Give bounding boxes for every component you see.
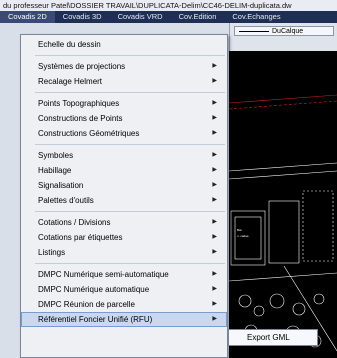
submenu-arrow-icon: ▶ — [212, 130, 217, 136]
submenu-arrow-icon: ▶ — [212, 197, 217, 203]
submenu-arrow-icon: ▶ — [212, 152, 217, 158]
menu-item-habillage[interactable]: Habillage ▶ — [21, 163, 227, 178]
submenu-arrow-icon: ▶ — [212, 249, 217, 255]
menu-item-symboles[interactable]: Symboles ▶ — [21, 148, 227, 163]
menu-separator — [35, 144, 225, 145]
menu-separator — [35, 92, 225, 93]
window-title: du professeur Patel\DOSSIER TRAVAIL\DUPL… — [0, 0, 337, 11]
menu-item-export-gml[interactable]: Export GML — [229, 330, 317, 345]
submenu-arrow-icon: ▶ — [212, 167, 217, 173]
menu-cov-edition[interactable]: Cov.Edition — [171, 11, 225, 23]
submenu-arrow-icon: ▶ — [212, 100, 217, 106]
layer-name: DuCalque — [272, 27, 304, 35]
submenu-arrow-icon: ▶ — [212, 78, 217, 84]
submenu-arrow-icon: ▶ — [212, 115, 217, 121]
menu-covadis-3d[interactable]: Covadis 3D — [55, 11, 110, 23]
submenu-arrow-icon: ▶ — [212, 234, 217, 240]
drawing-canvas[interactable]: Bat. n. cadas. — [229, 51, 337, 358]
menu-item-label: DMPC Numérique automatique — [38, 285, 150, 294]
menu-item-label: Palettes d'outils — [38, 196, 94, 205]
menu-item-points-topo[interactable]: Points Topographiques ▶ — [21, 96, 227, 111]
menu-item-label: Constructions Géométriques — [38, 129, 140, 138]
menu-item-label: Symboles — [38, 151, 74, 160]
menu-item-label: DMPC Numérique semi-automatique — [38, 270, 169, 279]
menu-item-label: Référentiel Foncier Unifié (RFU) — [38, 315, 153, 324]
drawing-annotation: Bat. — [237, 228, 243, 232]
submenu-arrow-icon: ▶ — [212, 286, 217, 292]
menu-item-label: Cotations par étiquettes — [38, 233, 123, 242]
submenu-arrow-icon: ▶ — [212, 301, 217, 307]
menu-separator — [35, 211, 225, 212]
menu-item-constructions-geo[interactable]: Constructions Géométriques ▶ — [21, 126, 227, 141]
menu-item-signalisation[interactable]: Signalisation ▶ — [21, 178, 227, 193]
menu-item-listings[interactable]: Listings ▶ — [21, 245, 227, 260]
submenu-arrow-icon: ▶ — [212, 271, 217, 277]
menu-item-label: Listings — [38, 248, 66, 257]
menu-separator — [35, 263, 225, 264]
cad-area: DuCalque Bat. n. cadas. — [229, 23, 337, 358]
menu-item-label: Habillage — [38, 166, 72, 175]
menu-item-label: Constructions de Points — [38, 114, 123, 123]
menu-item-dmpc-semi[interactable]: DMPC Numérique semi-automatique ▶ — [21, 267, 227, 282]
menu-item-cotations-etiquettes[interactable]: Cotations par étiquettes ▶ — [21, 230, 227, 245]
menu-item-dmpc-reunion[interactable]: DMPC Réunion de parcelle ▶ — [21, 297, 227, 312]
menu-item-systemes[interactable]: Systèmes de projections ▶ — [21, 59, 227, 74]
menu-separator — [35, 55, 225, 56]
menu-item-label: Export GML — [247, 333, 290, 342]
drawing-annotation: n. cadas. — [237, 234, 249, 238]
cad-toolbar: DuCalque — [229, 23, 337, 51]
submenu-arrow-icon: ▶ — [212, 182, 217, 188]
menu-item-cotations-divisions[interactable]: Cotations / Divisions ▶ — [21, 215, 227, 230]
layer-dropdown[interactable]: DuCalque — [234, 26, 334, 36]
submenu-arrow-icon: ▶ — [212, 316, 217, 322]
menu-item-label: DMPC Réunion de parcelle — [38, 300, 135, 309]
menu-item-label: Signalisation — [38, 181, 84, 190]
menu-covadis-vrd[interactable]: Covadis VRD — [110, 11, 171, 23]
menu-item-label: Points Topographiques — [38, 99, 120, 108]
menu-item-rfu[interactable]: Référentiel Foncier Unifié (RFU) ▶ — [21, 312, 227, 327]
submenu-arrow-icon: ▶ — [212, 63, 217, 69]
menu-item-constructions-points[interactable]: Constructions de Points ▶ — [21, 111, 227, 126]
menu-item-echelle[interactable]: Echelle du dessin — [21, 37, 227, 52]
rfu-submenu: Export GML — [228, 329, 318, 346]
menu-item-recalage[interactable]: Recalage Helmert ▶ — [21, 74, 227, 89]
menu-item-dmpc-auto[interactable]: DMPC Numérique automatique ▶ — [21, 282, 227, 297]
menu-item-label: Systèmes de projections — [38, 62, 126, 71]
menu-cov-echanges[interactable]: Cov.Echanges — [224, 11, 288, 23]
menu-item-label: Recalage Helmert — [38, 77, 103, 86]
covadis-2d-dropdown: Echelle du dessin Systèmes de projection… — [20, 34, 228, 358]
submenu-arrow-icon: ▶ — [212, 219, 217, 225]
menu-item-label: Echelle du dessin — [38, 40, 101, 49]
menu-covadis-2d[interactable]: Covadis 2D — [0, 11, 55, 23]
menu-item-label: Cotations / Divisions — [38, 218, 111, 227]
linetype-swatch — [239, 30, 269, 32]
menu-item-palettes[interactable]: Palettes d'outils ▶ — [21, 193, 227, 208]
menu-bar: Covadis 2D Covadis 3D Covadis VRD Cov.Ed… — [0, 11, 337, 23]
